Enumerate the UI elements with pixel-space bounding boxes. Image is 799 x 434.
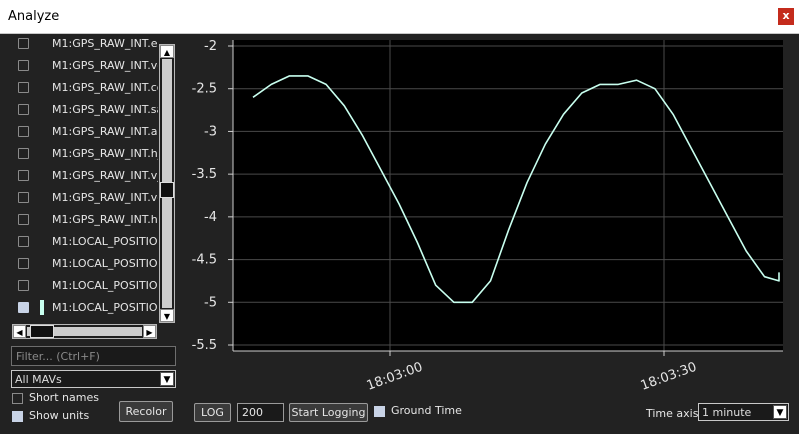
scroll-down-arrow-icon[interactable]: ▼: [160, 309, 174, 322]
vertical-scroll-thumb[interactable]: [160, 182, 174, 198]
dropdown-arrow-icon[interactable]: ▼: [773, 405, 787, 419]
series-checkbox[interactable]: [18, 192, 29, 203]
series-list-item[interactable]: M1:GPS_RAW_INT.ve: [10, 57, 158, 79]
series-checkbox[interactable]: [18, 38, 29, 49]
y-tick-label: -2.5: [192, 82, 217, 97]
series-checkbox[interactable]: [18, 258, 29, 269]
start-logging-button[interactable]: Start Logging: [289, 403, 368, 422]
ground-time-label: Ground Time: [391, 404, 462, 417]
series-checkbox[interactable]: [18, 104, 29, 115]
series-checkbox[interactable]: [18, 82, 29, 93]
series-checkbox[interactable]: [18, 302, 29, 313]
series-list-item[interactable]: M1:GPS_RAW_INT.ve: [10, 189, 158, 211]
scroll-left-arrow-icon[interactable]: ◀: [13, 325, 26, 338]
series-label: M1:LOCAL_POSITION: [52, 257, 158, 270]
series-list-vertical-scrollbar[interactable]: ▲ ▼: [159, 44, 175, 323]
series-label: M1:LOCAL_POSITION: [52, 301, 158, 314]
time-axis-label: Time axis:: [646, 407, 703, 420]
series-label: M1:GPS_RAW_INT.sa: [52, 103, 158, 116]
series-checkbox[interactable]: [18, 214, 29, 225]
analyze-window: Analyze x M1:GPS_RAW_INT.ep M1:GPS_RAW_IN…: [0, 0, 799, 434]
y-tick-label: -2: [204, 39, 217, 54]
dropdown-arrow-icon[interactable]: ▼: [160, 372, 174, 386]
series-label: M1:LOCAL_POSITION: [52, 279, 158, 292]
scroll-up-arrow-icon[interactable]: ▲: [160, 45, 174, 58]
series-label: M1:GPS_RAW_INT.h_: [52, 147, 158, 160]
series-checkbox[interactable]: [18, 280, 29, 291]
series-list-item[interactable]: M1:GPS_RAW_INT.alt: [10, 123, 158, 145]
x-tick-label: 18:03:30: [639, 360, 699, 394]
series-list-item[interactable]: M1:LOCAL_POSITION: [10, 277, 158, 299]
series-list-item[interactable]: M1:GPS_RAW_INT.hd: [10, 211, 158, 233]
y-tick-label: -5.5: [192, 338, 217, 353]
series-list-item[interactable]: M1:GPS_RAW_INT.h_: [10, 145, 158, 167]
mav-select[interactable]: All MAVs ▼: [11, 370, 176, 388]
ground-time-checkbox[interactable]: [374, 406, 385, 417]
show-units-checkbox[interactable]: [12, 411, 23, 422]
series-label: M1:GPS_RAW_INT.ve: [52, 191, 158, 204]
series-checkbox[interactable]: [18, 236, 29, 247]
series-list-item[interactable]: M1:GPS_RAW_INT.co: [10, 79, 158, 101]
filter-input[interactable]: [11, 346, 176, 366]
x-tick-label: 18:03:00: [365, 360, 425, 394]
series-label: M1:GPS_RAW_INT.co: [52, 81, 158, 94]
series-checkbox[interactable]: [18, 148, 29, 159]
series-list-horizontal-scrollbar[interactable]: ◀ ▶: [12, 324, 157, 339]
series-label: M1:GPS_RAW_INT.alt: [52, 125, 158, 138]
series-list-item[interactable]: M1:GPS_RAW_INT.sa: [10, 101, 158, 123]
time-axis-select-value: 1 minute: [702, 406, 752, 419]
y-tick-label: -3.5: [192, 167, 217, 182]
series-checkbox[interactable]: [18, 126, 29, 137]
series-list-item[interactable]: M1:LOCAL_POSITION: [10, 299, 158, 320]
y-tick-label: -5: [204, 295, 217, 310]
series-list: M1:GPS_RAW_INT.ep M1:GPS_RAW_INT.ve M1:GPS…: [10, 33, 158, 320]
log-button[interactable]: LOG: [194, 403, 231, 422]
y-tick-label: -4: [204, 210, 217, 225]
series-label: M1:GPS_RAW_INT.v_: [52, 169, 158, 182]
series-label: M1:LOCAL_POSITION: [52, 235, 158, 248]
title-bar: Analyze x: [0, 0, 799, 34]
close-button[interactable]: x: [778, 8, 794, 25]
short-names-label: Short names: [29, 391, 99, 404]
scroll-right-arrow-icon[interactable]: ▶: [143, 325, 156, 338]
series-color-swatch: [40, 300, 44, 315]
y-tick-label: -4.5: [192, 253, 217, 268]
series-list-item[interactable]: M1:LOCAL_POSITION: [10, 255, 158, 277]
series-list-item[interactable]: M1:GPS_RAW_INT.ep: [10, 35, 158, 57]
time-series-chart[interactable]: -2 -2.5 -3 -3.5 -4 -4.5 -5 -5.5 18:03:00 18:03:30: [182, 36, 792, 396]
plot-area: [233, 40, 783, 351]
series-label: M1:GPS_RAW_INT.ep: [52, 37, 158, 50]
recolor-button[interactable]: Recolor: [119, 401, 173, 422]
series-list-item[interactable]: M1:GPS_RAW_INT.v_: [10, 167, 158, 189]
series-checkbox[interactable]: [18, 170, 29, 181]
mav-select-value: All MAVs: [15, 373, 62, 386]
log-count-input[interactable]: 200: [237, 403, 284, 422]
time-axis-select[interactable]: 1 minute ▼: [698, 403, 789, 421]
series-checkbox[interactable]: [18, 60, 29, 71]
series-list-item[interactable]: M1:LOCAL_POSITION: [10, 233, 158, 255]
y-tick-label: -3: [204, 124, 217, 139]
show-units-label: Show units: [29, 409, 90, 422]
short-names-checkbox[interactable]: [12, 393, 23, 404]
series-label: M1:GPS_RAW_INT.ve: [52, 59, 158, 72]
series-label: M1:GPS_RAW_INT.hd: [52, 213, 158, 226]
window-title: Analyze: [8, 9, 60, 24]
horizontal-scroll-thumb[interactable]: [30, 325, 54, 338]
